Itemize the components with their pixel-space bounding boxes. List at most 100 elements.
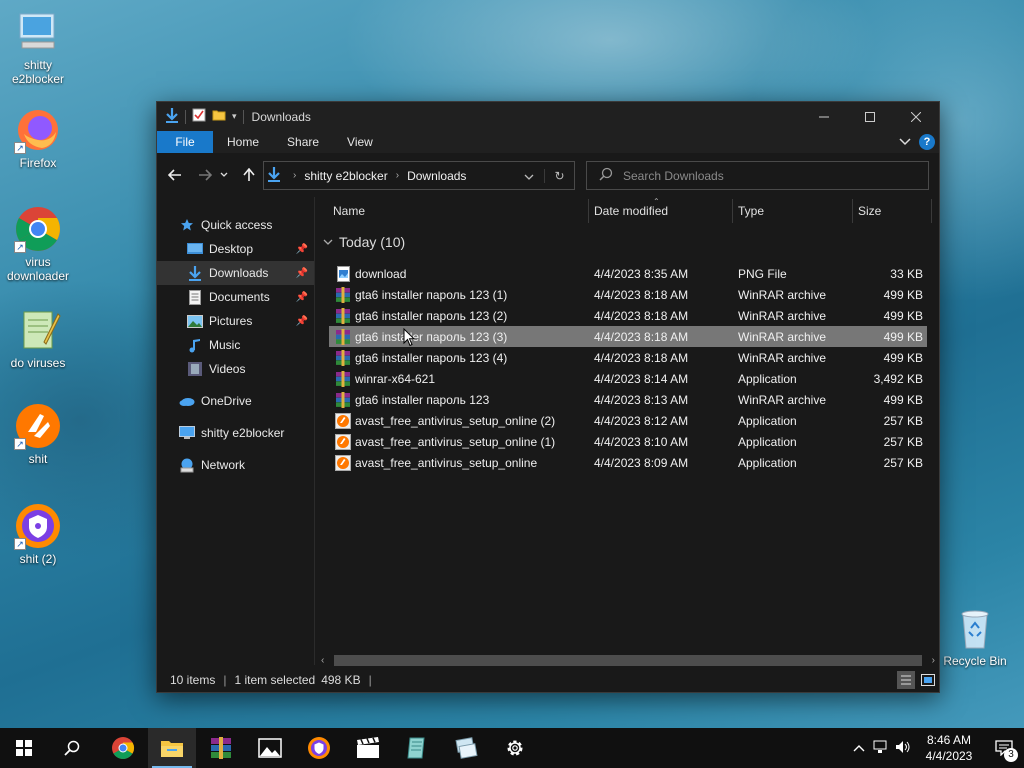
details-view-button[interactable] <box>897 671 915 689</box>
breadcrumb-separator[interactable]: › <box>396 170 399 181</box>
file-row[interactable]: gta6 installer пароль 123 (3) 4/4/2023 8:… <box>329 326 927 347</box>
breadcrumb-downloads[interactable]: Downloads <box>407 169 466 183</box>
sidebar-item-documents[interactable]: Documents 📌 <box>157 285 314 309</box>
breadcrumb-this-pc[interactable]: shitty e2blocker <box>304 169 387 183</box>
recent-locations-button[interactable] <box>217 163 231 187</box>
file-row[interactable]: winrar-x64-621 4/4/2023 8:14 AM Applicatio… <box>329 368 927 389</box>
column-divider[interactable] <box>588 199 589 223</box>
address-history-dropdown[interactable] <box>514 169 544 183</box>
search-box[interactable]: Search Downloads <box>586 161 929 190</box>
new-folder-icon[interactable] <box>212 108 226 125</box>
taskbar-file-explorer[interactable] <box>148 728 196 768</box>
desktop-icon-virus-downloader[interactable]: ↗ virus downloader <box>0 205 76 283</box>
up-button[interactable] <box>237 163 261 187</box>
shortcut-arrow-icon: ↗ <box>14 538 26 550</box>
file-name-cell: winrar-x64-621 <box>335 370 435 387</box>
pin-icon[interactable]: 📌 <box>296 292 308 303</box>
sidebar-item-downloads[interactable]: Downloads 📌 <box>157 261 314 285</box>
file-size: 499 KB <box>883 350 923 365</box>
breadcrumb-separator[interactable]: › <box>293 170 296 181</box>
search-button[interactable] <box>48 728 96 768</box>
collapse-group-icon[interactable] <box>323 237 333 248</box>
taskbar-movies[interactable] <box>344 728 392 768</box>
photos-icon <box>258 738 282 758</box>
taskbar-avast-secure-browser[interactable] <box>295 728 343 768</box>
status-separator: | <box>368 673 372 687</box>
file-row[interactable]: gta6 installer пароль 123 (1) 4/4/2023 8:… <box>329 284 927 305</box>
pin-icon[interactable]: 📌 <box>296 244 308 255</box>
file-row[interactable]: avast_free_antivirus_setup_online (1) 4/4… <box>329 431 927 452</box>
show-hidden-icons-button[interactable] <box>848 741 870 755</box>
title-bar[interactable]: ▾ Downloads <box>157 102 939 131</box>
scroll-right-icon[interactable]: › <box>932 652 935 669</box>
scroll-left-icon[interactable]: ‹ <box>321 652 324 669</box>
column-divider[interactable] <box>852 199 853 223</box>
taskbar-settings[interactable] <box>491 728 539 768</box>
tab-home[interactable]: Home <box>213 131 273 153</box>
file-list: Name ⌃ Date modified Type Size Today (10… <box>317 197 939 665</box>
taskbar-photos[interactable] <box>246 728 294 768</box>
taskbar-network-tool[interactable] <box>442 728 490 768</box>
desktop-icon-recycle-bin[interactable]: Recycle Bin <box>937 604 1013 668</box>
tab-file[interactable]: File <box>157 131 213 153</box>
movies-icon <box>357 737 379 758</box>
minimize-button[interactable] <box>801 102 847 131</box>
start-button[interactable] <box>0 728 48 768</box>
column-header-date-modified[interactable]: Date modified <box>594 197 668 225</box>
sidebar-item-onedrive[interactable]: OneDrive <box>157 389 314 413</box>
desktop-icon-this-pc[interactable]: shitty e2blocker <box>0 8 76 86</box>
file-row[interactable]: avast_free_antivirus_setup_online 4/4/202… <box>329 452 927 473</box>
taskbar-chrome[interactable] <box>99 728 147 768</box>
sidebar-item-pictures[interactable]: Pictures 📌 <box>157 309 314 333</box>
expand-ribbon-icon[interactable] <box>899 135 911 149</box>
tab-share[interactable]: Share <box>273 131 333 153</box>
taskbar-notepad[interactable] <box>393 728 441 768</box>
tab-view[interactable]: View <box>333 131 387 153</box>
desktop-icon-firefox[interactable]: ↗ Firefox <box>0 106 76 170</box>
file-size: 499 KB <box>883 287 923 302</box>
desktop-icon-shit-2[interactable]: ↗ shit (2) <box>0 502 76 566</box>
file-row[interactable]: download 4/4/2023 8:35 AM PNG File 33 KB <box>329 263 927 284</box>
properties-icon[interactable] <box>192 108 206 125</box>
sidebar-item-quick-access[interactable]: Quick access <box>157 213 314 237</box>
address-bar[interactable]: › shitty e2blocker › Downloads ↻ <box>263 161 575 190</box>
desktop-icon-do-viruses[interactable]: do viruses <box>0 306 76 370</box>
column-header-name[interactable]: Name <box>333 197 365 225</box>
network-status-icon[interactable] <box>870 740 892 757</box>
sidebar-item-network[interactable]: Network <box>157 453 314 477</box>
maximize-button[interactable] <box>847 102 893 131</box>
column-header-size[interactable]: Size <box>858 197 881 225</box>
large-icons-view-button[interactable] <box>919 671 937 689</box>
pin-icon[interactable]: 📌 <box>296 268 308 279</box>
scrollbar-thumb[interactable] <box>334 655 922 666</box>
window-title: Downloads <box>251 109 311 124</box>
png-file-icon <box>335 265 351 282</box>
column-divider[interactable] <box>931 199 932 223</box>
notification-center-button[interactable]: 3 <box>984 740 1024 762</box>
customize-qat-icon[interactable]: ▾ <box>232 111 237 122</box>
sidebar-item-desktop[interactable]: Desktop 📌 <box>157 237 314 261</box>
clock[interactable]: 8:46 AM 4/4/2023 <box>914 732 984 764</box>
file-row[interactable]: avast_free_antivirus_setup_online (2) 4/4… <box>329 410 927 431</box>
horizontal-scrollbar[interactable]: ‹ › <box>317 652 939 669</box>
forward-button[interactable] <box>193 163 217 187</box>
desktop-icon-shit[interactable]: ↗ shit <box>0 402 76 466</box>
sidebar-item-this-pc[interactable]: shitty e2blocker <box>157 421 314 445</box>
refresh-button[interactable]: ↻ <box>544 168 574 183</box>
file-row[interactable]: gta6 installer пароль 123 (2) 4/4/2023 8:… <box>329 305 927 326</box>
file-name: gta6 installer пароль 123 (2) <box>355 308 508 323</box>
close-button[interactable] <box>893 102 939 131</box>
taskbar-winrar[interactable] <box>197 728 245 768</box>
avast-secure-browser-icon: ↗ <box>14 502 62 550</box>
file-row[interactable]: gta6 installer пароль 123 4/4/2023 8:13 A… <box>329 389 927 410</box>
file-row[interactable]: gta6 installer пароль 123 (4) 4/4/2023 8:… <box>329 347 927 368</box>
volume-icon[interactable] <box>892 740 914 757</box>
column-header-type[interactable]: Type <box>738 197 764 225</box>
group-header-today[interactable]: Today (10) <box>323 234 405 250</box>
back-button[interactable] <box>163 163 187 187</box>
help-icon[interactable]: ? <box>919 134 935 150</box>
pin-icon[interactable]: 📌 <box>296 316 308 327</box>
sidebar-item-videos[interactable]: Videos <box>157 357 314 381</box>
sidebar-item-music[interactable]: Music <box>157 333 314 357</box>
column-divider[interactable] <box>732 199 733 223</box>
